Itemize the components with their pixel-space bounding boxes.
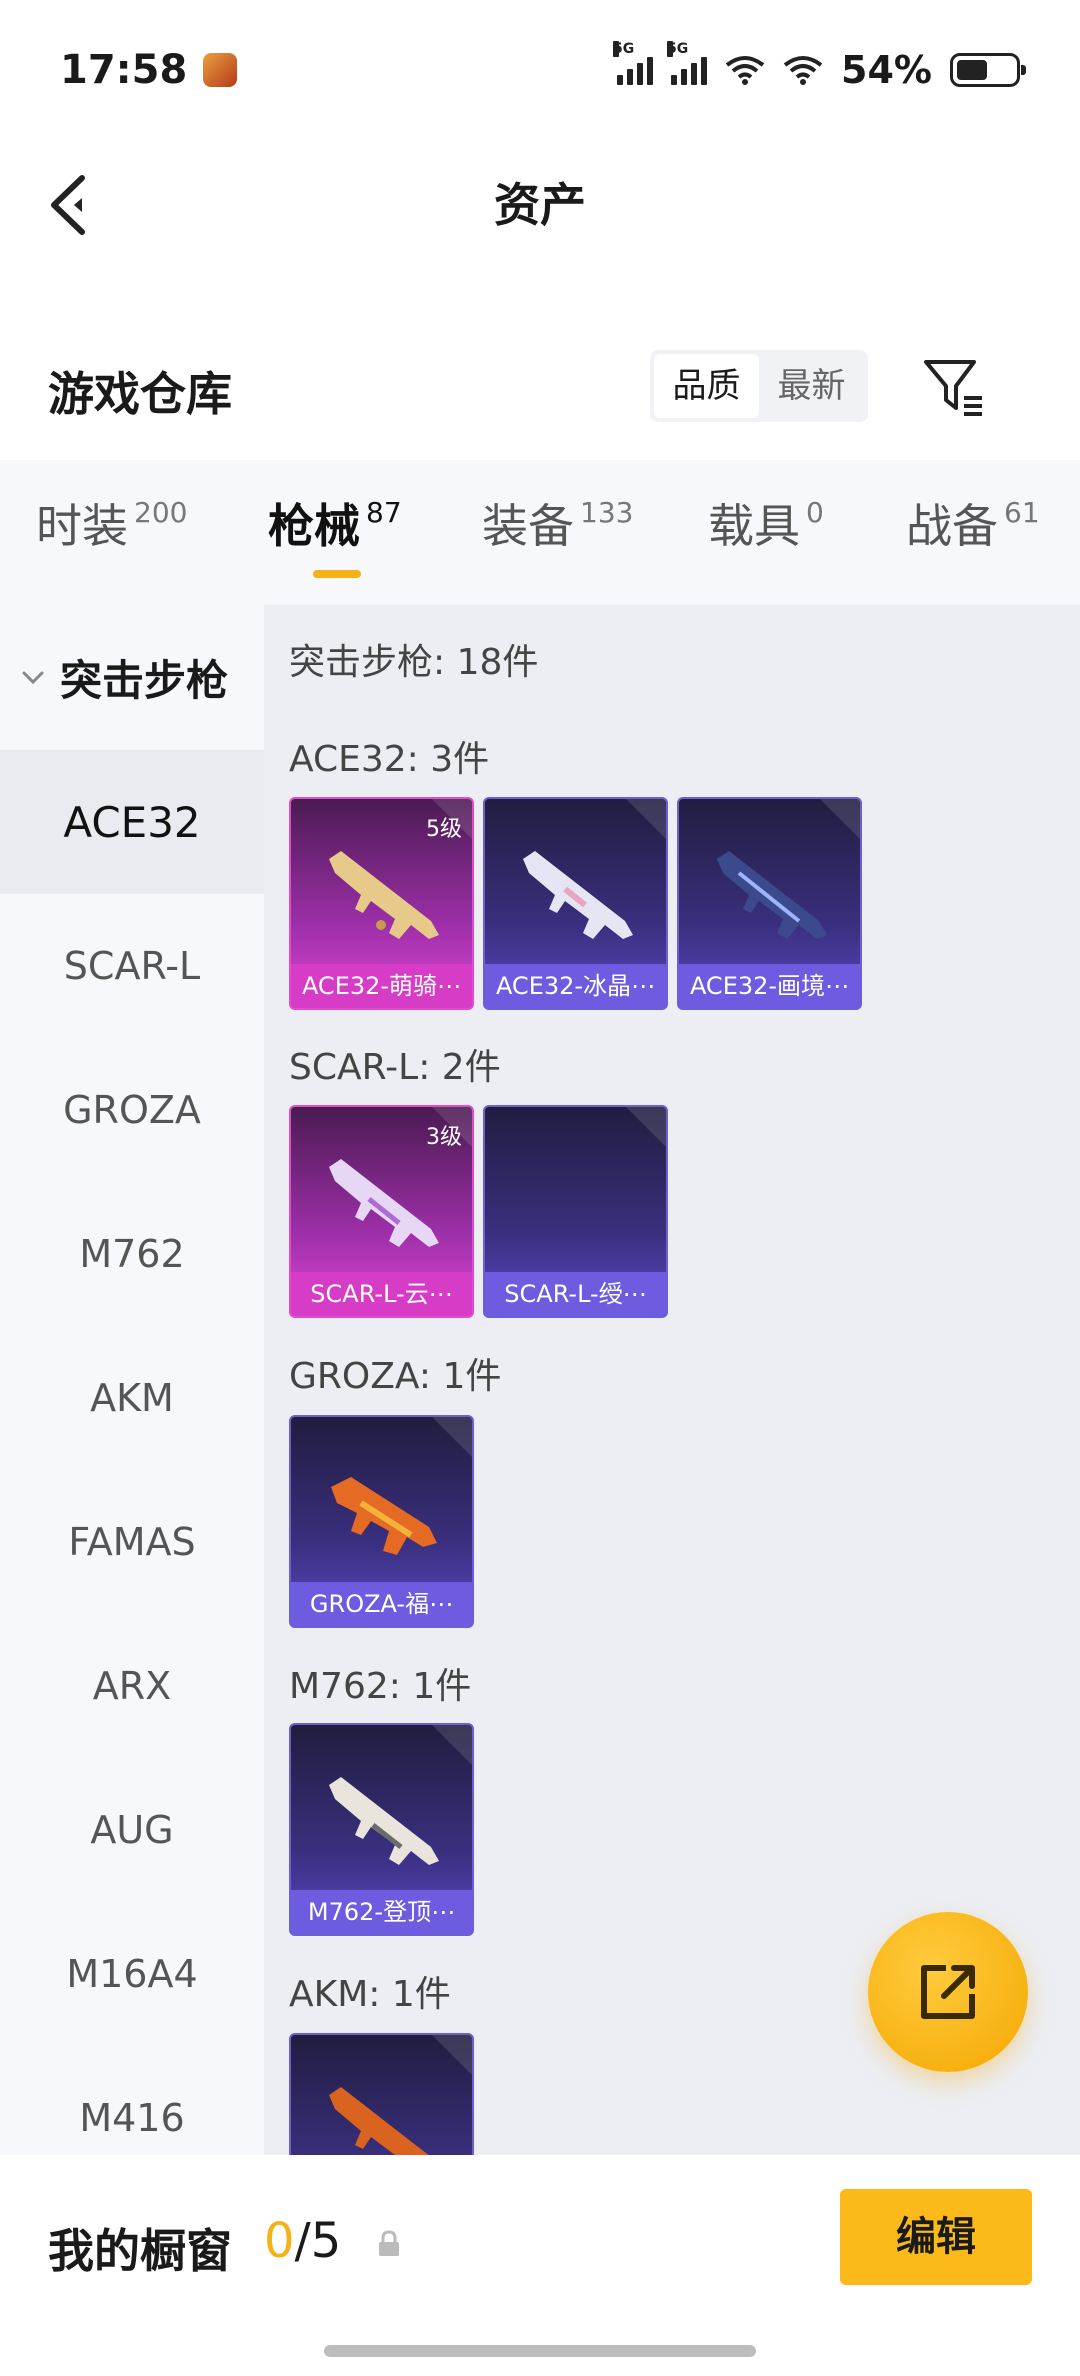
- battery-icon: [950, 53, 1026, 87]
- active-tab-indicator: [313, 570, 361, 578]
- tab-count: 87: [366, 496, 402, 529]
- weapon-card[interactable]: 3级 SCAR-L-云⋯: [289, 1105, 474, 1318]
- rifle-icon: [331, 1477, 437, 1555]
- battery-percent: 54%: [841, 48, 932, 92]
- wifi-icon: [725, 56, 765, 85]
- weapon-card[interactable]: 5级 ACE32-萌骑⋯: [289, 797, 474, 1010]
- tab-combat-gear[interactable]: 战备 61: [906, 490, 1040, 556]
- tab-label: 枪械: [268, 499, 360, 553]
- share-icon: [921, 1965, 975, 2019]
- tab-count: 200: [134, 496, 188, 529]
- cellular-signal-icon: 5G: [667, 41, 708, 85]
- weapon-card[interactable]: GROZA-福⋯: [289, 1415, 474, 1628]
- sidebar-item-arx[interactable]: ARX: [0, 1614, 264, 1758]
- weapon-sidebar: 突击步枪 ACE32 SCAR-L GROZA M762 AKM FAMAS A…: [0, 605, 264, 2155]
- status-icons: 5G 5G 54%: [613, 41, 1026, 92]
- section-title: GROZA: 1件: [289, 1356, 502, 1397]
- rifle-icon: [329, 851, 439, 939]
- weapon-card[interactable]: ACE32-冰晶⋯: [483, 797, 668, 1010]
- tab-guns[interactable]: 枪械 87: [268, 490, 402, 556]
- tab-outfits[interactable]: 时装 200: [36, 490, 187, 556]
- home-indicator: [324, 2345, 756, 2357]
- rifle-icon: [329, 1777, 439, 1865]
- wifi-icon: [783, 56, 823, 85]
- weapon-card-name: M762-登顶⋯: [291, 1890, 472, 1934]
- category-tabs: 时装 200 枪械 87 装备 133 载具 0 战备 61: [0, 460, 1080, 605]
- weapon-card[interactable]: [289, 2033, 474, 2155]
- chevron-down-icon: [22, 671, 44, 684]
- weapon-card-name: ACE32-冰晶⋯: [485, 964, 666, 1008]
- showcase-bar: 我的橱窗 0/5 编辑: [0, 2155, 1080, 2376]
- sidebar-group-label: 突击步枪: [60, 656, 229, 705]
- weapon-card[interactable]: ACE32-画境⋯: [677, 797, 862, 1010]
- showcase-label: 我的橱窗: [48, 2224, 232, 2278]
- sidebar-item-aug[interactable]: AUG: [0, 1758, 264, 1902]
- edit-button[interactable]: 编辑: [840, 2189, 1032, 2285]
- weapon-card[interactable]: M762-登顶⋯: [289, 1723, 474, 1936]
- tab-equipment[interactable]: 装备 133: [482, 490, 633, 556]
- sort-option-quality[interactable]: 品质: [654, 354, 759, 418]
- rifle-icon: [329, 2087, 429, 2155]
- status-bar: 17:58 5G 5G 54%: [0, 0, 1080, 140]
- tab-label: 载具: [708, 499, 800, 553]
- filter-icon[interactable]: [920, 354, 986, 420]
- tab-label: 战备: [906, 499, 998, 553]
- section-title: AKM: 1件: [289, 1974, 451, 2015]
- weapon-card[interactable]: SCAR-L-绶⋯: [483, 1105, 668, 1318]
- rifle-icon: [523, 851, 633, 939]
- sidebar-item-famas[interactable]: FAMAS: [0, 1470, 264, 1614]
- cellular-signal-icon: 5G: [613, 41, 654, 85]
- tab-count: 0: [806, 496, 824, 529]
- tab-vehicles[interactable]: 载具 0: [708, 490, 824, 556]
- category-summary: 突击步枪: 18件: [289, 642, 539, 683]
- rifle-icon: [717, 851, 827, 939]
- weapon-card-name: ACE32-画境⋯: [679, 964, 860, 1008]
- sidebar-item-akm[interactable]: AKM: [0, 1326, 264, 1470]
- sidebar-group-assault-rifles[interactable]: 突击步枪: [0, 605, 264, 750]
- showcase-count: 0/5: [264, 2213, 341, 2269]
- network-type-label: 5G: [613, 41, 635, 57]
- network-type-label: 5G: [667, 41, 689, 57]
- tab-count: 61: [1004, 496, 1040, 529]
- tab-count: 133: [580, 496, 634, 529]
- sidebar-item-m762[interactable]: M762: [0, 1182, 264, 1326]
- sort-option-latest[interactable]: 最新: [759, 354, 864, 418]
- tab-label: 时装: [36, 499, 128, 553]
- section-title: ACE32: 3件: [289, 739, 490, 780]
- warehouse-row: 游戏仓库 品质 最新: [0, 330, 1080, 450]
- showcase-current: 0: [264, 2213, 295, 2269]
- weapon-card-name: SCAR-L-绶⋯: [485, 1272, 666, 1316]
- share-button[interactable]: [868, 1912, 1028, 2072]
- header: 资产: [0, 140, 1080, 270]
- weapon-card-name: ACE32-萌骑⋯: [291, 964, 472, 1008]
- section-title: M762: 1件: [289, 1666, 472, 1707]
- weapon-card-name: SCAR-L-云⋯: [291, 1272, 472, 1316]
- lock-icon: [379, 2230, 399, 2256]
- sidebar-item-ace32[interactable]: ACE32: [0, 750, 264, 894]
- game-app-icon: [203, 53, 238, 87]
- status-time: 17:58: [60, 47, 188, 93]
- warehouse-title: 游戏仓库: [48, 367, 232, 421]
- weapon-card-name: GROZA-福⋯: [291, 1582, 472, 1626]
- rifle-icon: [329, 1159, 439, 1247]
- sort-toggle: 品质 最新: [650, 350, 868, 422]
- sidebar-item-m16a4[interactable]: M16A4: [0, 1902, 264, 2046]
- tab-label: 装备: [482, 499, 574, 553]
- sidebar-item-scar-l[interactable]: SCAR-L: [0, 894, 264, 1038]
- page-title: 资产: [494, 178, 586, 232]
- sidebar-item-groza[interactable]: GROZA: [0, 1038, 264, 1182]
- section-title: SCAR-L: 2件: [289, 1047, 501, 1088]
- showcase-total: /5: [294, 2213, 342, 2269]
